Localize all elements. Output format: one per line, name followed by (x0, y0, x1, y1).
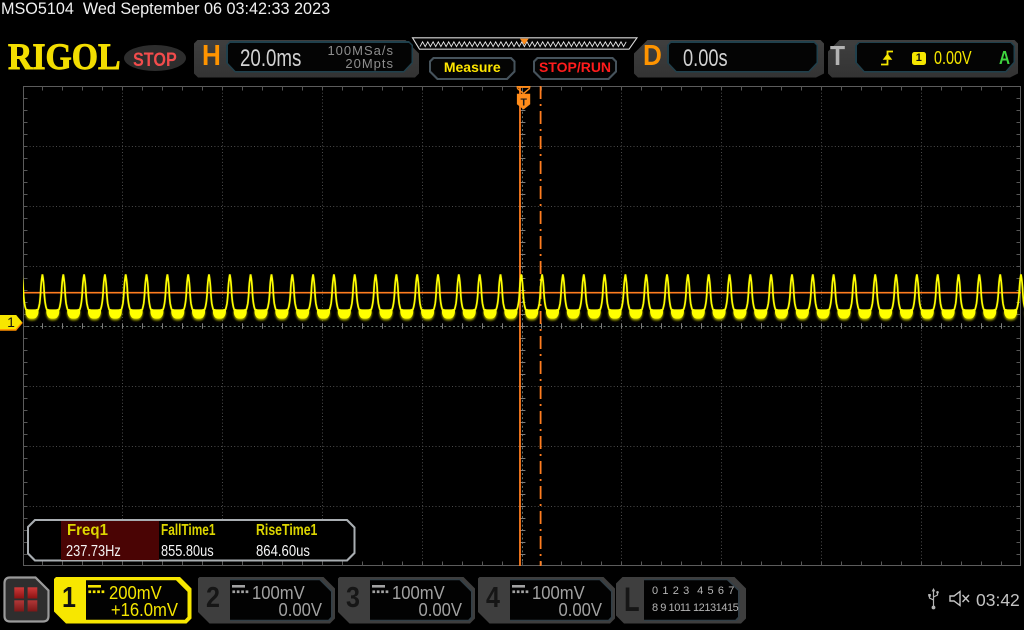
svg-text:1: 1 (7, 314, 15, 330)
svg-text:T: T (520, 96, 527, 108)
